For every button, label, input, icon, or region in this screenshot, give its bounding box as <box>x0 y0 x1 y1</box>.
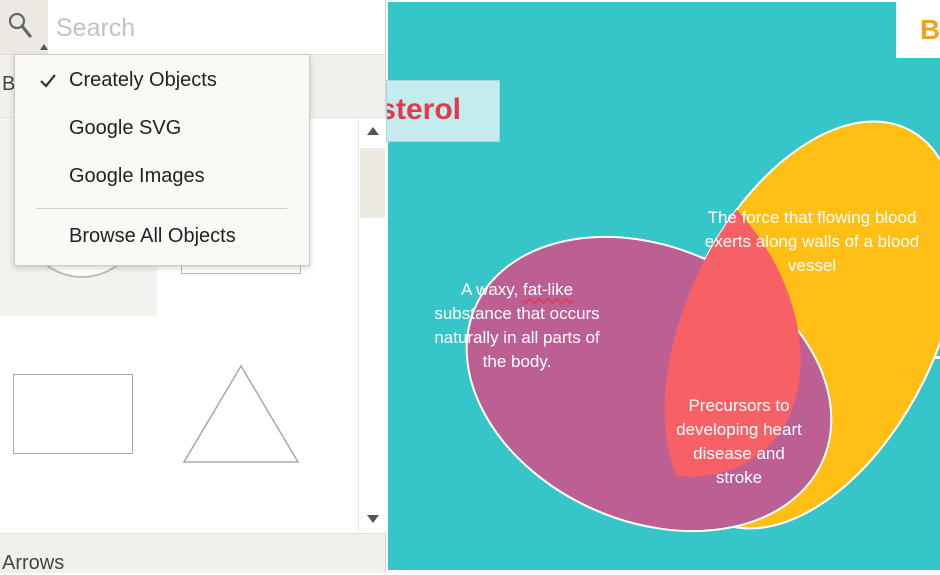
venn-text-part: A waxy, <box>460 280 523 299</box>
misspelled-word: fat-like <box>522 280 574 299</box>
rectangle-shape[interactable] <box>13 374 133 454</box>
diagram-canvas[interactable]: sterol B The force that flowing blood ex… <box>386 0 940 572</box>
search-icon <box>8 12 32 38</box>
menu-item-google-images[interactable]: Google Images <box>15 157 309 197</box>
scroll-down-arrow-icon[interactable] <box>367 515 379 523</box>
menu-item-label: Creately Objects <box>69 69 217 91</box>
menu-item-google-svg[interactable]: Google SVG <box>15 109 309 149</box>
search-bar <box>0 0 385 55</box>
search-input[interactable] <box>54 8 378 48</box>
scroll-thumb[interactable] <box>360 148 385 218</box>
search-source-dropdown: Creately Objects Google SVG Google Image… <box>14 54 310 266</box>
venn-text-part: substance that occurs naturally in all p… <box>434 304 600 371</box>
venn-text-blood-pressure: The force that flowing blood exerts alon… <box>704 208 920 275</box>
check-icon <box>40 74 56 88</box>
menu-item-creately-objects[interactable]: Creately Objects <box>15 61 309 101</box>
shapes-scrollbar[interactable] <box>358 118 386 532</box>
menu-divider <box>37 208 287 209</box>
venn-text-overlap: Precursors to developing heart disease a… <box>676 396 802 487</box>
menu-item-browse-all-objects[interactable]: Browse All Objects <box>15 217 309 257</box>
menu-item-label: Google Images <box>69 165 205 187</box>
search-source-button[interactable] <box>0 0 48 54</box>
triangle-shape[interactable] <box>182 364 302 464</box>
scroll-up-arrow-icon[interactable] <box>367 127 379 135</box>
dropdown-caret-icon <box>40 44 48 50</box>
menu-item-label: Google SVG <box>69 117 182 139</box>
category-arrows-header[interactable]: Arrows <box>0 533 385 574</box>
venn-text-cholesterol: A waxy, fat-like substance that occurs n… <box>434 278 600 374</box>
menu-item-label: Browse All Objects <box>69 225 236 247</box>
